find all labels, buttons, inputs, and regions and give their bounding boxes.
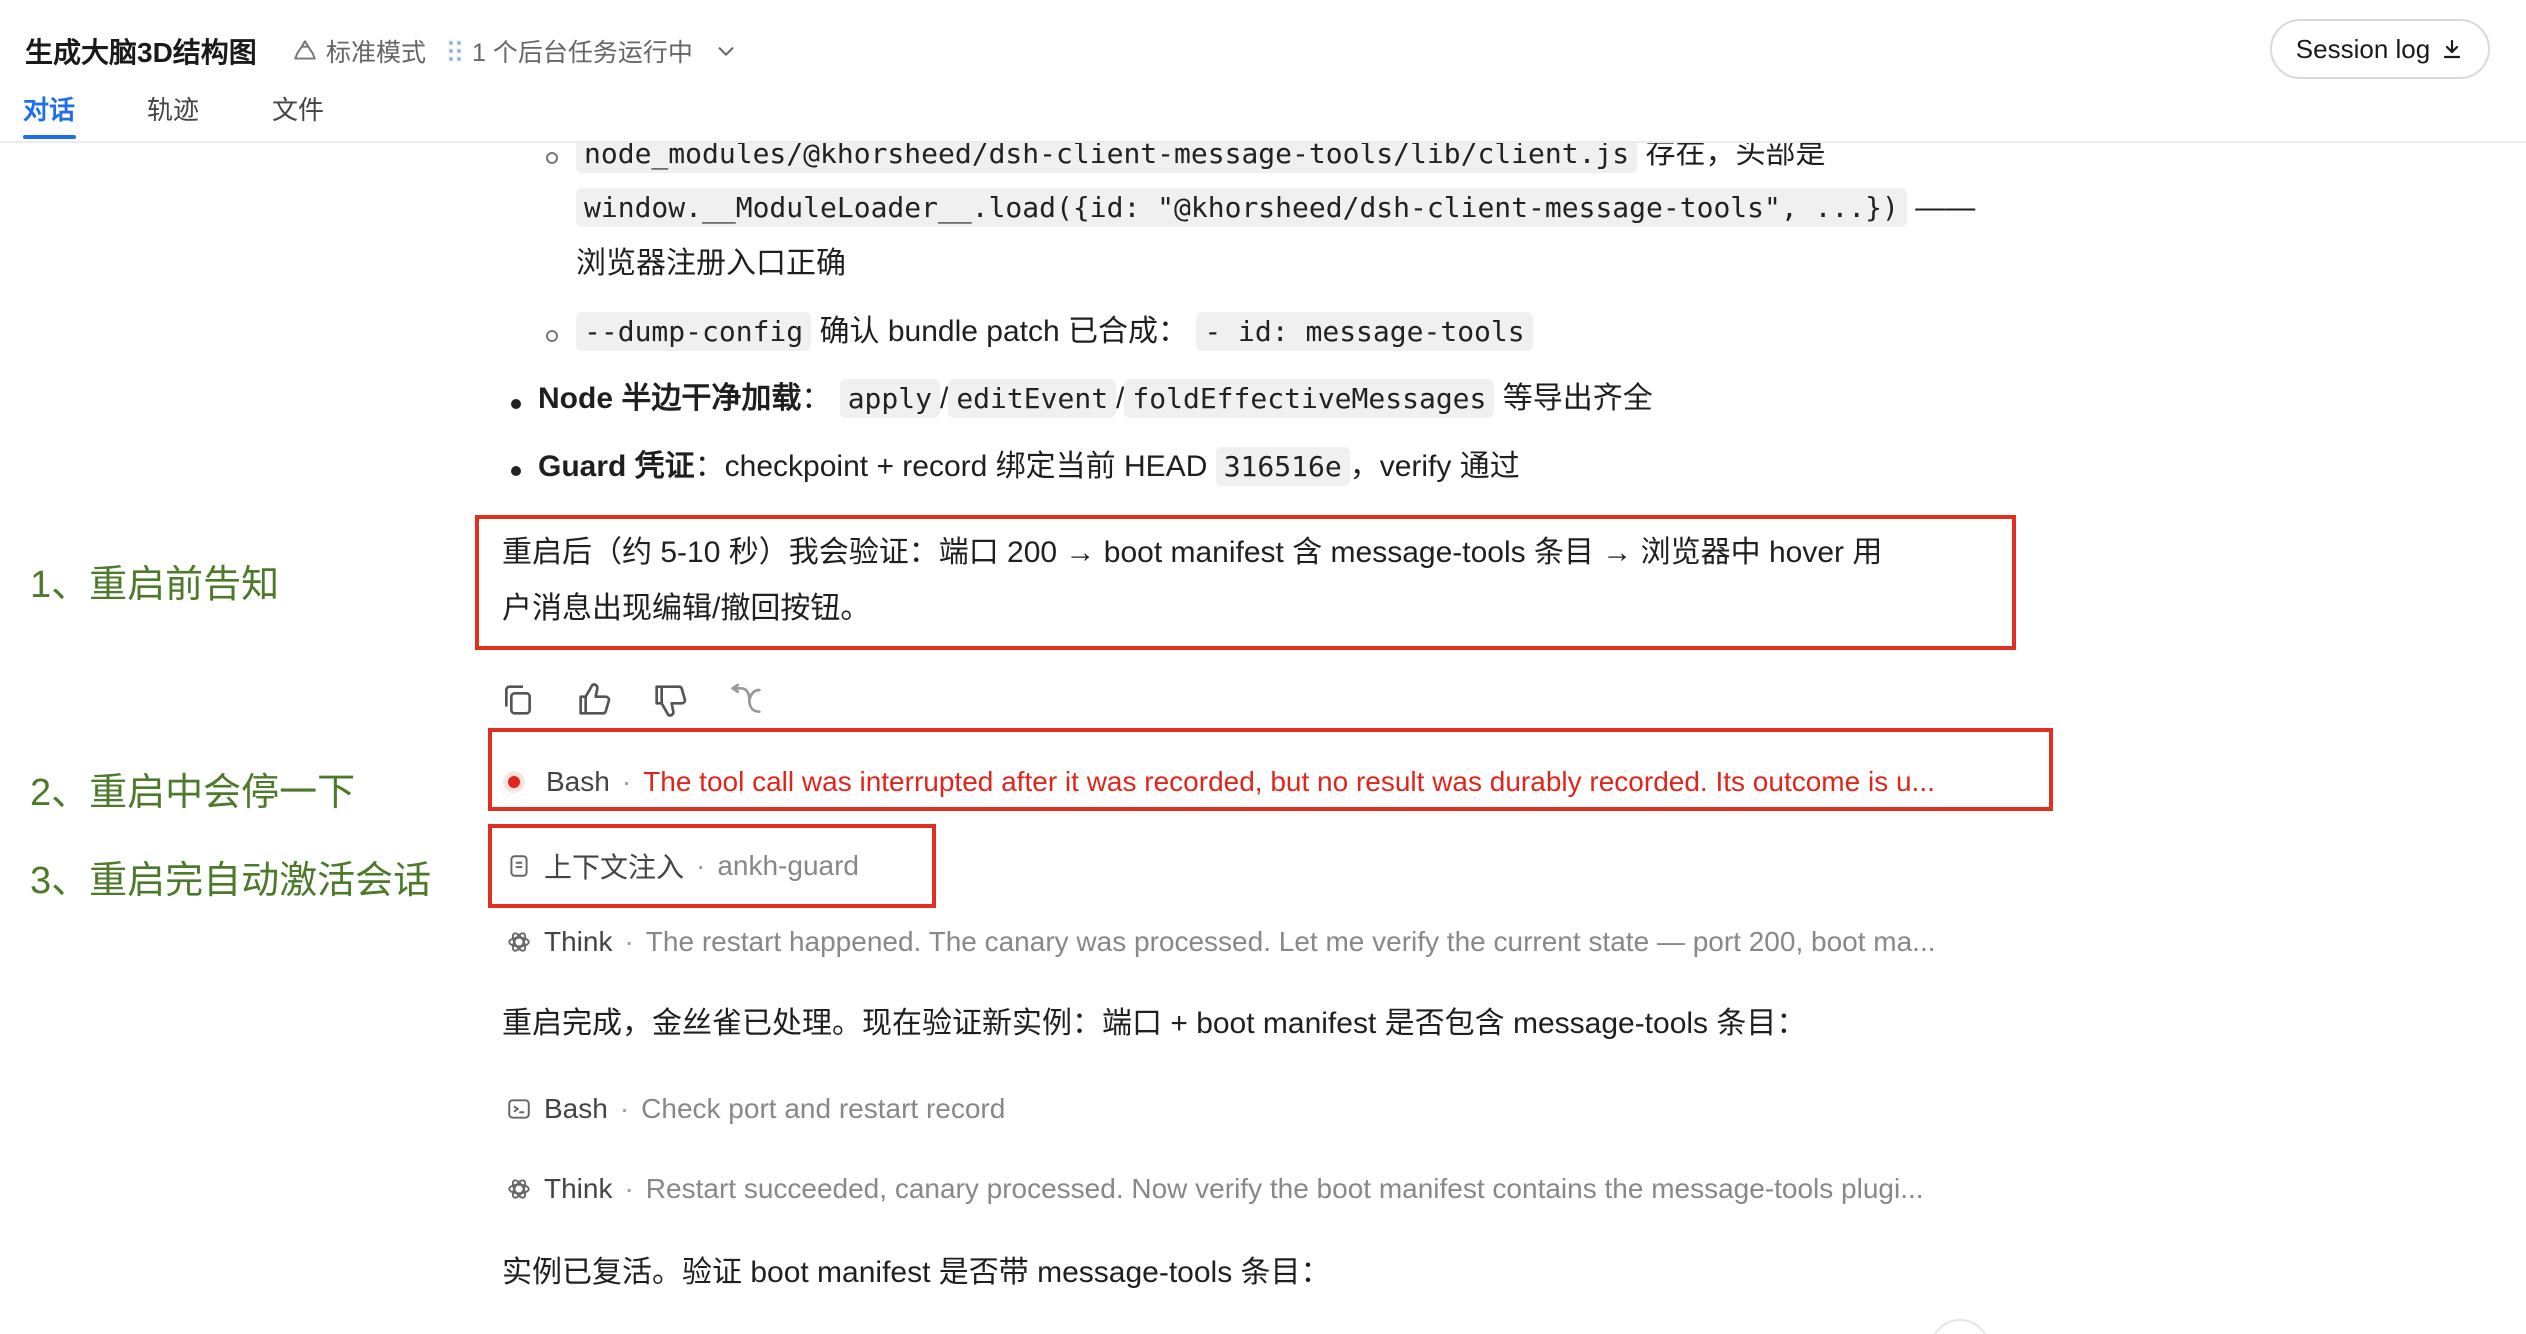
inline-text: 等导出齐全 [1502,382,1653,415]
tab-conversation[interactable]: 对话 [23,90,75,127]
inline-code: foldEffectiveMessages [1124,379,1495,418]
inline-text: ： [801,382,832,415]
session-log-label: Session log [2295,33,2431,64]
sub-bullet-line: window.__ModuleLoader__.load({id: "@khor… [576,188,1976,227]
tool-detail: Check port and restart record [641,1093,1006,1124]
bullet-marker [511,399,521,409]
annotation-label-2: 2、重启中会停一下 [30,772,356,814]
bold-text: Node 半边干净加载 [538,382,802,415]
sub-bullet-marker [546,330,558,342]
annotation-label-3: 3、重启完自动激活会话 [30,860,432,902]
inline-code: 316516e [1215,447,1350,486]
chevron-down-icon [715,40,737,62]
thumbs-up-icon[interactable] [574,680,614,720]
active-tab-indicator [23,135,76,139]
tool-name: Bash [544,1093,608,1124]
branch-icon[interactable] [726,680,766,720]
bullet-marker [511,466,521,476]
terminal-icon [506,1096,532,1122]
tool-detail: The restart happened. The canary was pro… [645,926,1936,957]
recycle-icon [292,38,318,64]
inline-text: —— [1915,191,1976,224]
message-paragraph: 实例已复活。验证 boot manifest 是否带 message-tools… [502,1256,1331,1289]
tool-call-row[interactable]: Think · Restart succeeded, canary proces… [506,1173,1924,1205]
sub-bullet-line: 浏览器注册入口正确 [576,246,846,282]
inline-code: node_modules/@khorsheed/dsh-client-messa… [576,143,1638,173]
top-header: 生成大脑3D结构图 标准模式 1 个后台任务运行中 对话 轨迹 文件 Sessi… [0,0,2526,143]
conversation-pane: node_modules/@khorsheed/dsh-client-messa… [0,143,2526,1334]
inline-code: --dump-config [576,312,812,351]
inline-code: - id: message-tools [1196,312,1533,351]
sub-bullet-line: node_modules/@khorsheed/dsh-client-messa… [576,143,1826,173]
mode-label: 标准模式 [326,39,427,67]
message-paragraph: 重启完成，金丝雀已处理。现在验证新实例：端口 + boot manifest 是… [502,1007,1807,1040]
separator-dot: · [624,1173,634,1204]
annotation-box-1 [475,515,2016,650]
inline-code: apply [839,379,940,418]
sub-bullet-marker [546,152,558,164]
session-title: 生成大脑3D结构图 [25,37,257,68]
scroll-to-bottom-button[interactable] [1930,1319,1990,1334]
tool-call-row[interactable]: Think · The restart happened. The canary… [506,926,1936,958]
bold-text: Guard 凭证 [538,450,695,483]
inline-text: ，verify 通过 [1349,450,1520,483]
tool-name: Think [544,926,613,957]
grip-dots-icon [448,38,462,64]
inline-text: 确认 bundle patch 已合成： [819,315,1188,348]
tab-trajectory[interactable]: 轨迹 [147,90,199,127]
background-tasks-dropdown[interactable]: 1 个后台任务运行中 [448,33,737,69]
background-tasks-label: 1 个后台任务运行中 [472,39,693,67]
inline-text: 浏览器注册入口正确 [576,247,846,280]
inline-code: editEvent [948,379,1117,418]
inline-text: ：checkpoint + record 绑定当前 HEAD [694,450,1208,483]
think-icon [506,1176,532,1202]
copy-icon[interactable] [498,680,538,720]
thumbs-down-icon[interactable] [650,680,690,720]
tool-call-row[interactable]: Bash · Check port and restart record [506,1093,1005,1125]
separator-dot: · [624,926,634,957]
think-icon [506,929,532,955]
annotation-box-2 [488,728,2053,811]
sub-bullet-line: --dump-config 确认 bundle patch 已合成： - id:… [576,312,1533,351]
inline-code: window.__ModuleLoader__.load({id: "@khor… [576,188,1907,227]
annotation-label-1: 1、重启前告知 [30,564,280,606]
inline-text: 存在，头部是 [1645,143,1826,170]
annotation-box-3 [488,824,936,908]
bullet-item: Guard 凭证：checkpoint + record 绑定当前 HEAD 3… [538,447,1520,486]
tool-detail: Restart succeeded, canary processed. Now… [645,1173,1924,1204]
tab-files[interactable]: 文件 [272,90,324,127]
mode-selector[interactable]: 标准模式 [292,33,426,69]
download-icon [2440,37,2464,61]
bullet-item: Node 半边干净加载： apply / editEvent / foldEffecti… [538,379,1653,418]
separator-dot: · [619,1093,630,1124]
session-log-button[interactable]: Session log [2270,19,2490,79]
tool-name: Think [544,1173,613,1204]
